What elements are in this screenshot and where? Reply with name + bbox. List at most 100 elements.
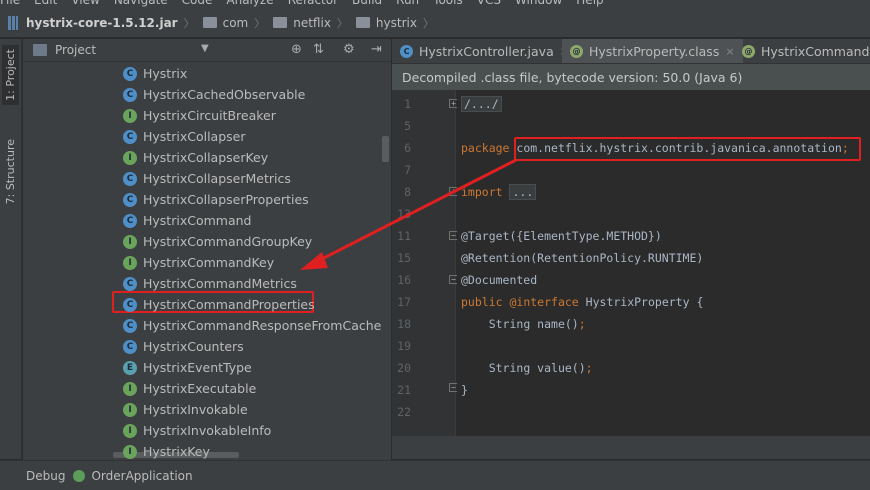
interface-declaration: HystrixProperty {	[585, 295, 704, 309]
spring-boot-icon	[73, 469, 86, 482]
tree-item-label: HystrixCollapserMetrics	[143, 171, 291, 186]
tab-hystrix-command[interactable]: @ HystrixCommand.c	[734, 39, 870, 63]
tree-item[interactable]: I HystrixCollapserKey	[123, 147, 268, 168]
annotation-target: @Target({ElementType.METHOD})	[461, 229, 662, 243]
keyword-import: import	[461, 185, 503, 199]
breadcrumb-hystrix[interactable]: hystrix	[354, 16, 417, 30]
tab-project[interactable]: 1: Project	[2, 45, 19, 105]
editor-footer-area	[392, 436, 870, 459]
class-icon: C	[123, 66, 137, 81]
package-icon	[273, 17, 288, 28]
class-icon: C	[123, 339, 137, 354]
tree-item[interactable]: C HystrixCommandMetrics	[123, 273, 297, 294]
tree-item[interactable]: I HystrixCircuitBreaker	[123, 105, 276, 126]
debug-label[interactable]: Debug	[26, 469, 65, 483]
tree-item[interactable]: C Hystrix	[123, 63, 187, 84]
tree-item[interactable]: C HystrixCommandResponseFromCache	[123, 315, 381, 336]
tree-item-label: HystrixCommandKey	[143, 255, 275, 270]
method-name: String name()	[488, 317, 579, 331]
folded-imports[interactable]: ...	[509, 184, 537, 200]
tab-project-label: 1: Project	[4, 49, 17, 101]
menu-item[interactable]: Help	[576, 0, 603, 7]
tree-item-label: HystrixCounters	[143, 339, 244, 354]
code-line-21: }	[461, 383, 468, 397]
package-icon	[202, 17, 217, 28]
locate-icon[interactable]: ⊕	[291, 42, 302, 57]
line-number: 1	[404, 97, 411, 111]
tab-label: HystrixProperty.class	[589, 44, 720, 59]
breadcrumb-hystrix-label: hystrix	[375, 15, 417, 30]
gear-icon[interactable]: ⚙	[343, 42, 355, 57]
breadcrumb-jar[interactable]: hystrix-core-1.5.12.jar	[8, 15, 178, 30]
class-icon: C	[123, 276, 137, 291]
tab-hystrix-controller[interactable]: C HystrixController.java ×	[392, 39, 577, 63]
tree-item[interactable]: C HystrixCollapserProperties	[123, 189, 309, 210]
menu-item[interactable]: Window	[515, 0, 562, 7]
line-number: 11	[397, 229, 411, 243]
breadcrumb-com-label: com	[222, 15, 249, 30]
annotation-retention: @Retention(RetentionPolicy.RUNTIME)	[461, 251, 704, 265]
project-tree: C Hystrix C HystrixCachedObservable I Hystrix…	[23, 62, 391, 460]
menu-item[interactable]: Tools	[433, 0, 463, 7]
code-line-15: @Retention(RetentionPolicy.RUNTIME)	[461, 251, 703, 265]
menu-item[interactable]: File	[0, 0, 20, 7]
tree-item[interactable]: E HystrixEventType	[123, 357, 252, 378]
tree-item[interactable]: C HystrixCommand	[123, 210, 251, 231]
code-line-20: String value();	[461, 361, 593, 375]
annotation-icon: @	[570, 45, 583, 58]
project-panel-title[interactable]: Project	[55, 43, 96, 57]
menu-item[interactable]: Analyze	[226, 0, 273, 7]
tree-item[interactable]: C HystrixCollapser	[123, 126, 245, 147]
class-icon: C	[123, 192, 137, 207]
menu-item[interactable]: Run	[396, 0, 419, 7]
breadcrumb-netflix-label: netflix	[293, 15, 331, 30]
tree-item[interactable]: I HystrixCommandKey	[123, 252, 274, 273]
tab-structure[interactable]: 7: Structure	[2, 135, 19, 208]
tree-item-label: HystrixCommand	[143, 213, 252, 228]
menu-item[interactable]: Edit	[34, 0, 57, 7]
interface-icon: I	[123, 381, 137, 396]
menu-item[interactable]: VCS	[477, 0, 501, 7]
line-number: 8	[404, 185, 411, 199]
interface-icon: I	[123, 423, 137, 438]
annotation-icon: @	[742, 45, 755, 58]
collapse-all-icon[interactable]: ⇅	[313, 42, 324, 57]
status-bar: Debug OrderApplication	[0, 460, 870, 490]
tree-item[interactable]: C HystrixCollapserMetrics	[123, 168, 291, 189]
tree-item[interactable]: I HystrixInvokable	[123, 399, 248, 420]
tree-item[interactable]: C HystrixCachedObservable	[123, 84, 305, 105]
tab-hystrix-property[interactable]: @ HystrixProperty.class ×	[562, 39, 743, 63]
menu-item[interactable]: Refactor	[288, 0, 338, 7]
tab-structure-label: 7: Structure	[4, 139, 17, 205]
interface-icon: I	[123, 444, 137, 459]
run-config-label[interactable]: OrderApplication	[91, 469, 192, 483]
tree-item-label: HystrixCollapser	[143, 129, 246, 144]
folded-header[interactable]: /.../	[461, 96, 502, 112]
interface-icon: I	[123, 108, 137, 123]
tree-item-label: HystrixCachedObservable	[143, 87, 306, 102]
tree-item-label: HystrixCircuitBreaker	[143, 108, 276, 123]
tree-item[interactable]: I HystrixExecutable	[123, 378, 256, 399]
tree-item[interactable]: C HystrixCounters	[123, 336, 244, 357]
breadcrumb-netflix[interactable]: netflix	[271, 16, 331, 30]
tree-item[interactable]: I HystrixKey	[123, 441, 210, 460]
code-line-11: @Target({ElementType.METHOD})	[461, 229, 662, 243]
breadcrumb-com[interactable]: com	[201, 15, 249, 30]
line-number: 15	[397, 251, 411, 265]
menu-item[interactable]: Code	[182, 0, 213, 7]
chevron-down-icon[interactable]: ▼	[201, 43, 209, 54]
menu-item[interactable]: Navigate	[114, 0, 168, 7]
breadcrumb: hystrix-core-1.5.12.jar 〉 com 〉 netflix …	[0, 8, 870, 38]
class-icon: C	[123, 171, 137, 186]
menu-bar: File Edit View Navigate Code Analyze Refactor B…	[0, 0, 870, 8]
tree-item-label: HystrixCommandResponseFromCache	[143, 318, 382, 333]
package-icon	[355, 17, 370, 28]
tree-item[interactable]: C HystrixCommandProperties	[123, 294, 315, 315]
tree-item-label: HystrixCommandGroupKey	[143, 234, 313, 249]
hide-panel-icon[interactable]: ⇥	[371, 42, 382, 57]
tree-item[interactable]: I HystrixInvokableInfo	[123, 420, 271, 441]
tree-item[interactable]: I HystrixCommandGroupKey	[123, 231, 312, 252]
breadcrumb-jar-label: hystrix-core-1.5.12.jar	[26, 15, 178, 30]
menu-item[interactable]: Build	[352, 0, 382, 7]
menu-item[interactable]: View	[71, 0, 99, 7]
